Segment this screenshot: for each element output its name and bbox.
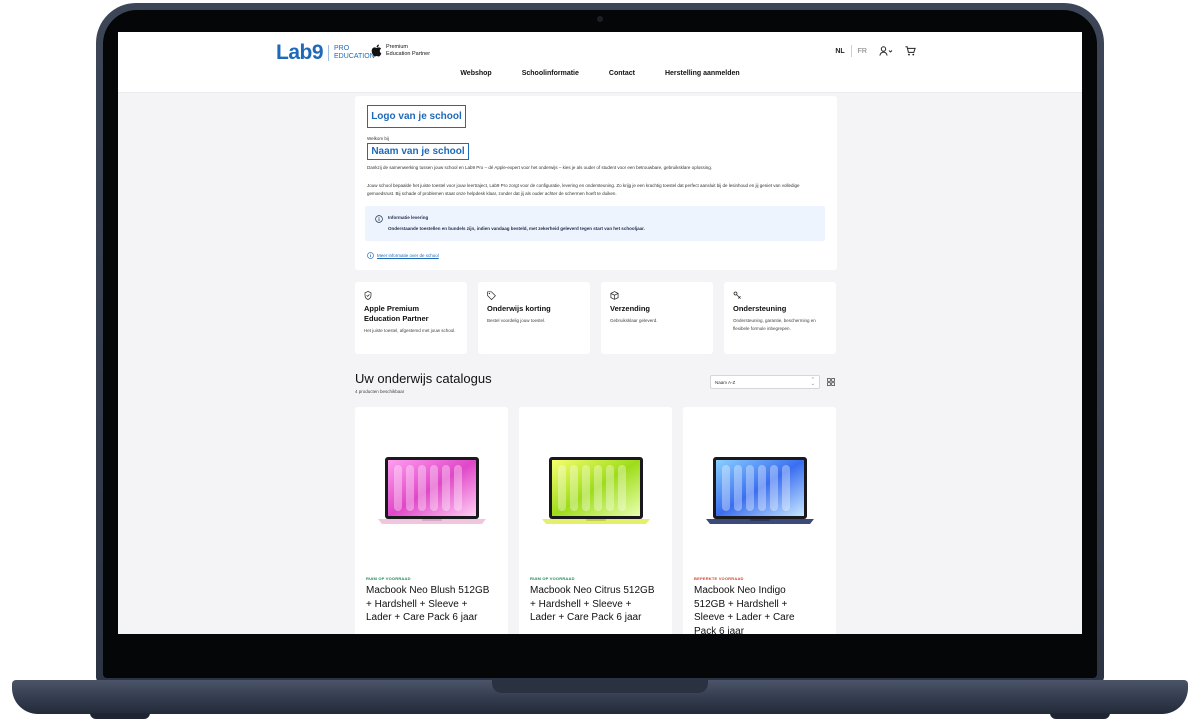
product-count: 4 producten beschikbaar [355,389,405,394]
delivery-info-box: Informatie levering Onderstaande toestel… [365,206,825,241]
info-icon [367,252,374,259]
macbook-citrus-image [542,457,650,524]
user-icon[interactable] [879,46,893,56]
info-text: Onderstaande toestellen en bundels zijn,… [388,226,645,231]
laptop-foot [1050,713,1110,719]
nav-webshop[interactable]: Webshop [460,70,491,77]
lab9-wordmark: Lab9 [276,41,324,64]
stock-status: BEPERKTE VOORRAAD [694,576,744,581]
browser-screen: Lab9 PRO EDUCATION Premium Education Par… [118,32,1082,634]
catalog-title: Uw onderwijs catalogus [355,371,492,386]
feature-title: Apple Premium Education Partner [364,304,429,323]
site-header: Lab9 PRO EDUCATION Premium Education Par… [118,32,1082,93]
main-nav: Webshop Schoolinformatie Contact Herstel… [118,70,1082,77]
laptop-foot [90,713,150,719]
cart-icon[interactable] [905,46,916,56]
feature-title: Onderwijs korting [487,304,551,313]
welcome-text: Welkom bij [367,136,389,141]
catalog-header: Uw onderwijs catalogus 4 producten besch… [355,371,837,401]
info-icon [375,215,383,223]
nav-contact[interactable]: Contact [609,70,635,77]
product-name[interactable]: Macbook Neo Indigo 512GB + Hardshell + S… [694,584,819,634]
divider [850,45,852,57]
feature-card-korting: Onderwijs korting Bestel voordelig jouw … [478,282,590,354]
lab9-logo[interactable]: Lab9 PRO EDUCATION [276,41,375,65]
pro-education-label: PRO EDUCATION [328,45,375,61]
apple-icon [371,44,382,57]
feature-card-partner: Apple Premium Education Partner Het juis… [355,282,467,354]
sort-select[interactable]: Naam A-Z ⌃ ⌄ [710,375,820,389]
feature-desc: Gebruiksklaar geleverd. [610,318,658,323]
product-name[interactable]: Macbook Neo Blush 512GB + Hardshell + Sl… [366,584,491,625]
box-icon [610,291,619,300]
camera-icon [597,16,603,22]
language-nl[interactable]: NL [835,48,844,55]
sort-value: Naam A-Z [715,379,736,385]
education-label: EDUCATION [334,53,375,60]
intro-paragraph: Dankzij de samenwerking tussen jouw scho… [367,165,712,170]
shield-icon [364,291,372,300]
feature-card-ondersteuning: Ondersteuning Ondersteuning, garantie, b… [724,282,836,354]
nav-schoolinformatie[interactable]: Schoolinformatie [522,70,579,77]
more-info-label: Meer informatie over de school [377,253,439,258]
laptop-notch [492,680,708,693]
product-card[interactable]: BEPERKTE VOORRAAD Macbook Neo Indigo 512… [683,407,836,634]
stock-status: RUIM OP VOORRAAD [366,576,411,581]
intro-paragraph: Jouw school bepaalde het juiste toestel … [367,183,800,196]
more-info-link[interactable]: Meer informatie over de school [367,252,439,259]
school-name-placeholder: Naam van je school [367,143,469,160]
grid-view-icon[interactable] [827,378,835,386]
school-intro-card: Logo van je school Welkom bij Naam van j… [355,96,837,270]
product-name[interactable]: Macbook Neo Citrus 512GB + Hardshell + S… [530,584,655,625]
macbook-blush-image [378,457,486,524]
partner-line: Education Partner [386,50,431,57]
header-actions: NL FR [835,45,916,57]
feature-title: Ondersteuning [733,304,787,313]
info-title: Informatie levering [388,215,429,220]
tag-icon [487,291,496,300]
school-logo-placeholder: Logo van je school [367,105,466,128]
feature-title: Verzending [610,304,651,313]
chevron-up-down-icon: ⌃ ⌄ [810,377,815,387]
product-card[interactable]: RUIM OP VOORRAAD Macbook Neo Citrus 512G… [519,407,672,634]
feature-desc: Het juiste toestel, afgestemd met jouw s… [364,328,456,333]
stock-status: RUIM OP VOORRAAD [530,576,575,581]
pro-label: PRO [334,45,350,52]
partner-text: Premium Education Partner [386,44,430,57]
product-card[interactable]: RUIM OP VOORRAAD Macbook Neo Blush 512GB… [355,407,508,634]
macbook-indigo-image [706,457,814,524]
support-icon [733,291,741,299]
feature-card-verzending: Verzending Gebruiksklaar geleverd. [601,282,713,354]
partner-line: Premium [386,44,409,50]
product-grid: RUIM OP VOORRAAD Macbook Neo Blush 512GB… [355,407,837,634]
feature-desc: Bestel voordelig jouw toestel. [487,318,546,323]
feature-desc: Ondersteuning, garantie, bescherming en … [733,318,816,331]
apple-partner-badge: Premium Education Partner [370,44,430,57]
feature-cards: Apple Premium Education Partner Het juis… [355,282,837,354]
nav-herstelling-aanmelden[interactable]: Herstelling aanmelden [665,70,740,77]
language-fr[interactable]: FR [858,48,867,55]
